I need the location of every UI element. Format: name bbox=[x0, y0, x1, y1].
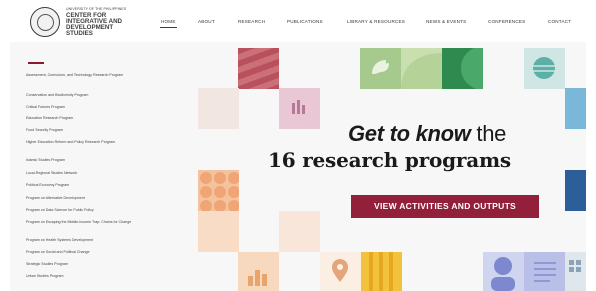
nav-research[interactable]: RESEARCH bbox=[238, 19, 265, 24]
program-link[interactable]: Urban Studies Program bbox=[26, 274, 141, 278]
person-icon bbox=[491, 257, 515, 291]
program-link[interactable]: Higher Education Reform and Policy Resea… bbox=[26, 140, 141, 144]
nav-publications[interactable]: PUBLICATIONS bbox=[287, 19, 323, 24]
document-tile bbox=[524, 252, 565, 291]
decorative-wave-tile bbox=[238, 48, 279, 89]
nav-about[interactable]: ABOUT bbox=[198, 19, 215, 24]
bar-chart-tile bbox=[238, 252, 279, 291]
stripes-pattern-icon bbox=[369, 252, 393, 291]
logo-university-line: UNIVERSITY OF THE PHILIPPINES bbox=[66, 7, 127, 11]
nav-home[interactable]: HOME bbox=[161, 19, 176, 24]
globe-icon bbox=[533, 57, 555, 79]
program-link[interactable]: Education Research Program bbox=[26, 116, 141, 120]
program-link[interactable]: Program on Escaping the Middle-Income Tr… bbox=[26, 220, 141, 224]
hero-headline-line1: Get to know the bbox=[348, 121, 506, 147]
dots-pattern-icon bbox=[200, 172, 240, 212]
hero-headline-line2: 16 research programs bbox=[268, 148, 511, 172]
program-link[interactable]: Strategic Studies Program bbox=[26, 262, 141, 266]
nav-library-resources[interactable]: LIBRARY & RESOURCES bbox=[347, 19, 405, 24]
person-tile bbox=[483, 252, 524, 291]
program-link[interactable]: Islamic Studies Program bbox=[26, 158, 141, 162]
decorative-tile bbox=[198, 88, 239, 129]
decorative-tile bbox=[198, 211, 239, 252]
cids-logo-text[interactable]: UNIVERSITY OF THE PHILIPPINES CENTER FOR… bbox=[66, 7, 156, 38]
program-link[interactable]: Program on Data Science for Public Polic… bbox=[26, 208, 141, 212]
view-activities-button[interactable]: VIEW ACTIVITIES AND OUTPUTS bbox=[351, 195, 539, 218]
decorative-tile bbox=[442, 46, 505, 90]
program-link[interactable]: Program on Social and Political Change bbox=[26, 250, 141, 254]
location-pin-icon bbox=[332, 259, 348, 282]
up-seal-logo[interactable] bbox=[30, 7, 60, 37]
program-link[interactable]: Food Security Program bbox=[26, 128, 141, 132]
grid-icon bbox=[569, 260, 581, 272]
bar-chart-icon bbox=[292, 100, 305, 114]
site-header: UNIVERSITY OF THE PHILIPPINES CENTER FOR… bbox=[0, 0, 596, 42]
decorative-tile bbox=[565, 88, 586, 129]
decorative-tile bbox=[361, 252, 402, 291]
nav-active-indicator bbox=[160, 27, 177, 28]
nav-news-events[interactable]: NEWS & EVENTS bbox=[426, 19, 466, 24]
program-link[interactable]: Assessment, Curriculum, and Technology R… bbox=[26, 73, 141, 77]
program-link[interactable]: Political Economy Program bbox=[26, 183, 141, 187]
leaf-tile bbox=[360, 48, 401, 89]
sidebar-accent-bar bbox=[28, 62, 44, 64]
bar-chart-tile bbox=[279, 88, 320, 129]
nav-contact[interactable]: CONTACT bbox=[548, 19, 571, 24]
globe-tile bbox=[524, 48, 565, 89]
program-link[interactable]: Conservation and Biodiversity Program bbox=[26, 93, 141, 97]
program-link[interactable]: Local-Regional Studies Network bbox=[26, 171, 141, 175]
decorative-tile bbox=[279, 211, 320, 252]
nav-conferences[interactable]: CONFERENCES bbox=[488, 19, 525, 24]
leaf-shape-icon bbox=[401, 53, 442, 89]
circle-shape-icon bbox=[461, 46, 505, 90]
program-link[interactable]: Program on Health Systems Development bbox=[26, 238, 141, 242]
decorative-tile bbox=[401, 48, 442, 89]
program-link[interactable]: Critical Futures Program bbox=[26, 105, 141, 109]
grid-tile bbox=[565, 252, 586, 291]
decorative-tile bbox=[198, 170, 240, 212]
bar-chart-icon bbox=[248, 270, 267, 286]
program-link[interactable]: Program on Alternative Development bbox=[26, 196, 141, 200]
decorative-tile bbox=[565, 170, 586, 211]
headline-emphasis: Get to know bbox=[348, 121, 471, 146]
location-tile bbox=[320, 252, 361, 291]
logo-name-line: STUDIES bbox=[66, 30, 93, 38]
leaf-icon bbox=[372, 60, 389, 74]
document-icon bbox=[534, 262, 556, 282]
headline-rest: the bbox=[470, 121, 507, 146]
